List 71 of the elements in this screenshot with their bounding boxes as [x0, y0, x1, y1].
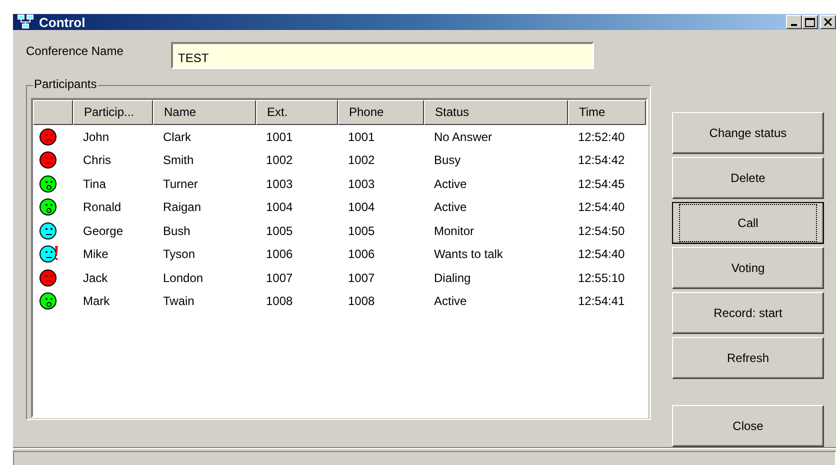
- conference-name-field[interactable]: TEST: [171, 42, 594, 69]
- table-cell: Dialing: [434, 270, 471, 285]
- table-cell: 1005: [348, 224, 375, 238]
- table-cell: 12:54:41: [578, 294, 625, 308]
- table-cell: 12:54:50: [578, 224, 625, 238]
- table-cell: Bush: [163, 224, 190, 238]
- table-cell: 1001: [266, 130, 293, 144]
- table-cell: 12:54:40: [578, 200, 625, 214]
- action-button[interactable]: Refresh: [672, 337, 824, 379]
- table-cell: 12:54:42: [578, 153, 625, 168]
- maximize-button[interactable]: [802, 15, 818, 29]
- column-header[interactable]: Name: [153, 100, 256, 125]
- window-title: Control: [39, 14, 86, 30]
- table-cell: 12:54:40: [578, 247, 625, 262]
- close-button[interactable]: [820, 15, 836, 29]
- table-cell: 1007: [266, 270, 293, 285]
- column-header[interactable]: Ext.: [256, 100, 338, 125]
- table-cell: 12:55:10: [578, 270, 625, 285]
- column-header[interactable]: Particip...: [73, 100, 153, 125]
- table-cell: Turner: [163, 176, 198, 191]
- table-cell: Mike: [83, 247, 108, 262]
- table-cell: John: [83, 130, 110, 144]
- table-cell: Mark: [83, 294, 110, 308]
- table-cell: Active: [434, 200, 467, 214]
- table-cell: 1008: [348, 294, 375, 308]
- table-cell: 1007: [348, 270, 375, 285]
- table-cell: 1004: [348, 200, 375, 214]
- action-button[interactable]: Close: [672, 405, 824, 447]
- maximize-icon: [805, 18, 815, 26]
- column-header[interactable]: [33, 100, 73, 125]
- table-cell: Tyson: [163, 247, 196, 262]
- table-cell: Ronald: [83, 200, 122, 214]
- column-header[interactable]: Time: [568, 100, 646, 125]
- table-cell: Active: [434, 176, 467, 191]
- table-cell: 1002: [348, 153, 375, 168]
- column-header[interactable]: Status: [424, 100, 568, 125]
- table-cell: 1006: [266, 247, 293, 262]
- table-cell: Tina: [83, 176, 106, 191]
- table-cell: Chris: [83, 153, 112, 168]
- table-cell: Busy: [434, 153, 461, 168]
- action-button[interactable]: Delete: [672, 157, 824, 199]
- table-cell: Clark: [163, 130, 192, 144]
- table-cell: 1005: [266, 224, 293, 238]
- action-button[interactable]: Change status: [672, 112, 824, 154]
- group-title: Participants: [33, 77, 98, 91]
- table-cell: 12:52:40: [578, 130, 625, 144]
- table-cell: London: [163, 270, 204, 285]
- table-cell: Raigan: [163, 200, 202, 214]
- table-cell: No Answer: [434, 130, 492, 144]
- table-cell: Wants to talk: [434, 247, 503, 262]
- table-cell: Jack: [83, 270, 108, 285]
- minimize-button[interactable]: [786, 15, 802, 29]
- table-cell: 1001: [348, 130, 375, 144]
- table-cell: 1008: [266, 294, 293, 308]
- action-button[interactable]: Record: start: [672, 292, 824, 334]
- conference-name-label: Conference Name: [26, 43, 124, 58]
- table-cell: 1003: [348, 176, 375, 191]
- table-cell: 12:54:45: [578, 176, 625, 191]
- action-button[interactable]: Call: [672, 202, 824, 244]
- close-icon: [824, 18, 832, 26]
- table-cell: Active: [434, 294, 467, 308]
- table-cell: 1002: [266, 153, 293, 168]
- table-cell: Monitor: [434, 224, 474, 238]
- table-cell: Twain: [163, 294, 194, 308]
- table-cell: 1003: [266, 176, 293, 191]
- action-button[interactable]: Voting: [672, 247, 824, 289]
- table-cell: 1004: [266, 200, 293, 214]
- table-cell: 1006: [348, 247, 375, 262]
- column-header[interactable]: Phone: [338, 100, 424, 125]
- table-cell: George: [83, 224, 124, 238]
- table-cell: Smith: [163, 153, 194, 168]
